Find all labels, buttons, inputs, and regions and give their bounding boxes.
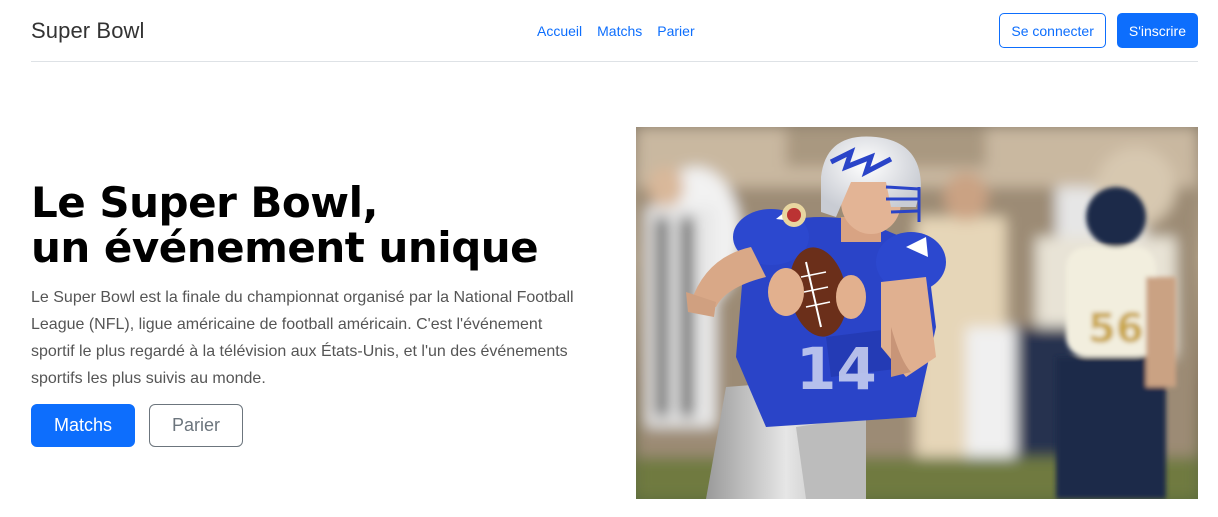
navbar: Super Bowl Accueil Matchs Parier Se conn… [31, 0, 1198, 62]
parier-button[interactable]: Parier [149, 404, 244, 447]
hero-image: 56 14 [636, 127, 1198, 499]
hero-title-line2: un événement unique [31, 223, 539, 272]
opponent-jersey-number: 56 [1088, 306, 1144, 352]
hero-title: Le Super Bowl, un événement unique [31, 180, 591, 270]
jersey-number: 14 [796, 335, 877, 403]
nav-link-matchs[interactable]: Matchs [597, 23, 642, 39]
nav-link-parier[interactable]: Parier [657, 23, 694, 39]
hero-description: Le Super Bowl est la finale du championn… [31, 289, 574, 387]
nav-links: Accueil Matchs Parier [537, 0, 695, 62]
signup-button[interactable]: S'inscrire [1116, 13, 1198, 48]
hero-buttons: Matchs Parier [31, 404, 591, 447]
football-player-illustration: 56 14 [636, 127, 1198, 499]
nav-actions: Se connecter S'inscrire [999, 13, 1198, 48]
hero-section: Le Super Bowl, un événement unique Le Su… [31, 180, 591, 447]
matchs-button[interactable]: Matchs [31, 404, 136, 447]
brand-logo[interactable]: Super Bowl [31, 18, 145, 44]
nav-link-accueil[interactable]: Accueil [537, 23, 582, 39]
login-button[interactable]: Se connecter [999, 13, 1106, 48]
hero-title-line1: Le Super Bowl, [31, 178, 378, 227]
